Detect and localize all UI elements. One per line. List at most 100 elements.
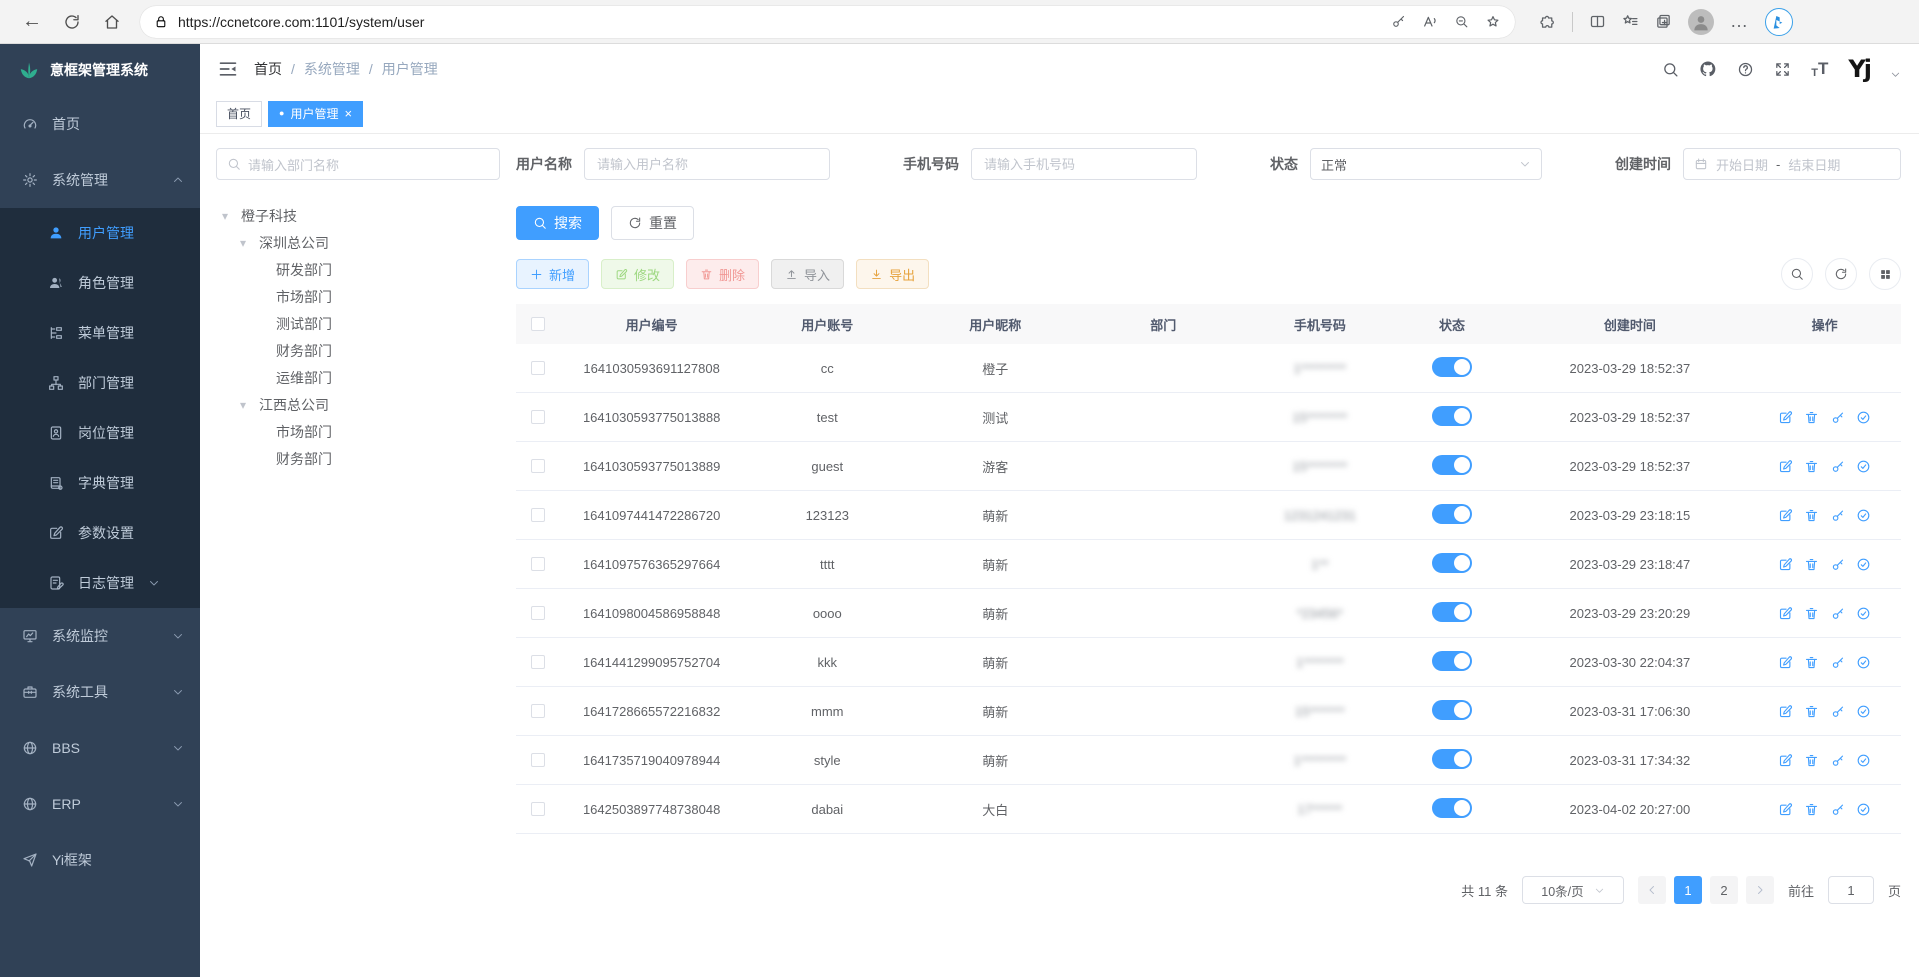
- assign-role-check-icon[interactable]: [1856, 606, 1871, 621]
- collections-icon[interactable]: [1655, 13, 1672, 30]
- date-range-picker[interactable]: 开始日期 - 结束日期: [1683, 148, 1901, 180]
- delete-row-icon[interactable]: [1804, 410, 1819, 425]
- status-toggle[interactable]: [1432, 553, 1472, 573]
- reset-password-key-icon[interactable]: [1830, 410, 1845, 425]
- sidebar-item-post-mgmt[interactable]: 岗位管理: [0, 408, 200, 458]
- username-input[interactable]: [584, 148, 830, 180]
- delete-row-icon[interactable]: [1804, 459, 1819, 474]
- lock-icon[interactable]: [154, 15, 168, 29]
- favorites-bar-icon[interactable]: [1622, 13, 1639, 30]
- row-checkbox[interactable]: [531, 508, 545, 522]
- assign-role-check-icon[interactable]: [1856, 410, 1871, 425]
- delete-row-icon[interactable]: [1804, 704, 1819, 719]
- breadcrumb-system[interactable]: 系统管理: [304, 59, 360, 79]
- edit-row-icon[interactable]: [1778, 655, 1793, 670]
- reset-password-key-icon[interactable]: [1830, 459, 1845, 474]
- tree-node[interactable]: 市场部门: [216, 418, 500, 445]
- delete-row-icon[interactable]: [1804, 753, 1819, 768]
- add-button[interactable]: 新增: [516, 259, 589, 289]
- assign-role-check-icon[interactable]: [1856, 802, 1871, 817]
- tab-user-mgmt[interactable]: ● 用户管理 ×: [268, 101, 363, 127]
- column-settings-icon[interactable]: [1869, 258, 1901, 290]
- help-icon[interactable]: [1737, 61, 1754, 78]
- select-all-checkbox[interactable]: [531, 317, 545, 331]
- user-avatar-yj[interactable]: Yj: [1848, 55, 1870, 83]
- zoom-out-icon[interactable]: [1454, 14, 1469, 29]
- status-toggle[interactable]: [1432, 455, 1472, 475]
- edit-row-icon[interactable]: [1778, 557, 1793, 572]
- table-refresh-icon[interactable]: [1825, 258, 1857, 290]
- status-toggle[interactable]: [1432, 749, 1472, 769]
- browser-home-icon[interactable]: [94, 5, 130, 39]
- address-bar[interactable]: https://ccnetcore.com:1101/system/user: [140, 6, 1515, 38]
- status-toggle[interactable]: [1432, 651, 1472, 671]
- row-checkbox[interactable]: [531, 361, 545, 375]
- row-checkbox[interactable]: [531, 557, 545, 571]
- status-select[interactable]: 正常: [1310, 148, 1542, 180]
- edit-row-icon[interactable]: [1778, 606, 1793, 621]
- sidebar-item-yi-framework[interactable]: Yi框架: [0, 832, 200, 888]
- tree-node[interactable]: 研发部门: [216, 256, 500, 283]
- status-toggle[interactable]: [1432, 602, 1472, 622]
- avatar-dropdown-caret-icon[interactable]: [1890, 69, 1901, 80]
- caret-down-icon[interactable]: ▾: [240, 398, 252, 412]
- phone-input[interactable]: [971, 148, 1197, 180]
- reset-button[interactable]: 重置: [611, 206, 694, 240]
- row-checkbox[interactable]: [531, 655, 545, 669]
- goto-page-input[interactable]: [1828, 876, 1874, 904]
- assign-role-check-icon[interactable]: [1856, 459, 1871, 474]
- sidebar-item-param-settings[interactable]: 参数设置: [0, 508, 200, 558]
- edit-row-icon[interactable]: [1778, 704, 1793, 719]
- row-checkbox[interactable]: [531, 802, 545, 816]
- reset-password-key-icon[interactable]: [1830, 655, 1845, 670]
- github-icon[interactable]: [1699, 60, 1717, 78]
- reset-password-key-icon[interactable]: [1830, 753, 1845, 768]
- edit-button[interactable]: 修改: [601, 259, 674, 289]
- page-size-select[interactable]: 10条/页: [1522, 876, 1624, 904]
- tab-home[interactable]: 首页: [216, 101, 262, 127]
- edit-row-icon[interactable]: [1778, 508, 1793, 523]
- reset-password-key-icon[interactable]: [1830, 557, 1845, 572]
- tree-node[interactable]: 财务部门: [216, 337, 500, 364]
- sidebar-item-log-mgmt[interactable]: 日志管理: [0, 558, 200, 608]
- fullscreen-icon[interactable]: [1774, 61, 1791, 78]
- password-key-icon[interactable]: [1391, 14, 1406, 29]
- table-search-toggle-icon[interactable]: [1781, 258, 1813, 290]
- row-checkbox[interactable]: [531, 459, 545, 473]
- tree-node[interactable]: ▾深圳总公司: [216, 229, 500, 256]
- tree-node[interactable]: ▾橙子科技: [216, 202, 500, 229]
- header-search-icon[interactable]: [1662, 61, 1679, 78]
- extensions-icon[interactable]: [1539, 13, 1556, 30]
- breadcrumb-home[interactable]: 首页: [254, 59, 282, 79]
- tree-node[interactable]: 运维部门: [216, 364, 500, 391]
- row-checkbox[interactable]: [531, 606, 545, 620]
- sidebar-item-bbs[interactable]: BBS: [0, 720, 200, 776]
- status-toggle[interactable]: [1432, 504, 1472, 524]
- sidebar-item-user-mgmt[interactable]: 用户管理: [0, 208, 200, 258]
- edit-row-icon[interactable]: [1778, 410, 1793, 425]
- sidebar-item-monitor[interactable]: 系统监控: [0, 608, 200, 664]
- reset-password-key-icon[interactable]: [1830, 802, 1845, 817]
- sidebar-item-erp[interactable]: ERP: [0, 776, 200, 832]
- assign-role-check-icon[interactable]: [1856, 655, 1871, 670]
- page-button-2[interactable]: 2: [1710, 876, 1738, 904]
- split-screen-icon[interactable]: [1589, 13, 1606, 30]
- browser-back-button[interactable]: ←: [14, 5, 50, 39]
- assign-role-check-icon[interactable]: [1856, 557, 1871, 572]
- assign-role-check-icon[interactable]: [1856, 704, 1871, 719]
- reset-password-key-icon[interactable]: [1830, 508, 1845, 523]
- caret-down-icon[interactable]: ▾: [222, 209, 234, 223]
- sidebar-item-menu-mgmt[interactable]: 菜单管理: [0, 308, 200, 358]
- tree-node[interactable]: 测试部门: [216, 310, 500, 337]
- browser-more-icon[interactable]: …: [1730, 11, 1749, 32]
- export-button[interactable]: 导出: [856, 259, 929, 289]
- edit-row-icon[interactable]: [1778, 802, 1793, 817]
- import-button[interactable]: 导入: [771, 259, 844, 289]
- browser-profile-avatar[interactable]: [1688, 9, 1714, 35]
- sidebar-fold-icon[interactable]: [218, 59, 238, 79]
- favorite-add-icon[interactable]: [1485, 14, 1501, 30]
- tree-node[interactable]: 财务部门: [216, 445, 500, 472]
- delete-row-icon[interactable]: [1804, 508, 1819, 523]
- next-page-button[interactable]: [1746, 876, 1774, 904]
- sidebar-item-system[interactable]: 系统管理: [0, 152, 200, 208]
